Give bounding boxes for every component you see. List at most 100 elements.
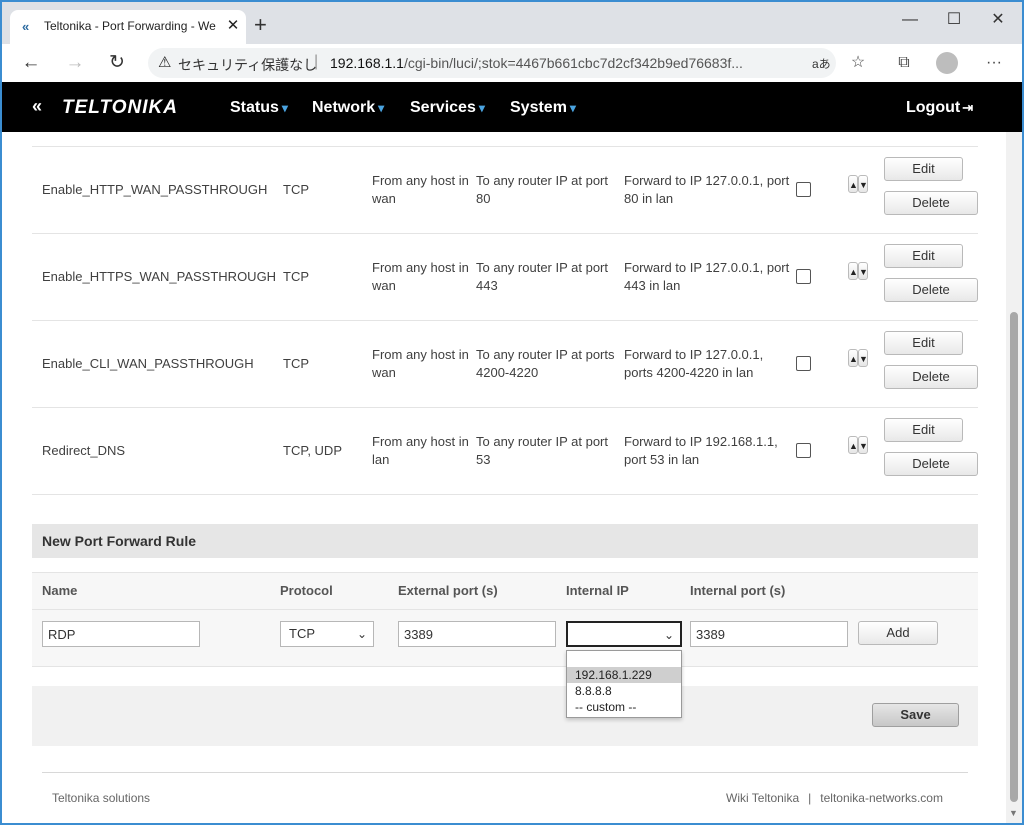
dropdown-option[interactable]: 8.8.8.8: [567, 683, 681, 699]
move-down-icon[interactable]: ▼: [858, 349, 868, 367]
rule-enable-checkbox[interactable]: [796, 356, 811, 371]
caret-down-icon: ▾: [281, 101, 288, 115]
menu-system-label: System: [510, 99, 567, 116]
new-rule-form: Name Protocol External port (s) Internal…: [32, 572, 978, 667]
logout-label: Logout: [906, 99, 961, 116]
name-header: Name: [42, 583, 78, 598]
minimize-button[interactable]: —: [888, 8, 932, 32]
collections-icon[interactable]: ⧉: [892, 52, 916, 74]
caret-down-icon: ▾: [478, 101, 485, 115]
window-close-button[interactable]: ✕: [976, 8, 1020, 32]
delete-button[interactable]: Delete: [884, 191, 978, 215]
page-scrollbar[interactable]: ▼: [1006, 132, 1022, 823]
internal-ip-dropdown: 192.168.1.229 8.8.8.8 -- custom --: [566, 650, 682, 718]
reorder-arrows: ▲▼: [848, 436, 870, 456]
tab-close-icon[interactable]: ✕: [224, 16, 242, 36]
dropdown-option[interactable]: 192.168.1.229: [567, 667, 681, 683]
logout-link[interactable]: Logout ⇥: [906, 99, 973, 117]
protocol-value: TCP: [289, 626, 315, 641]
reorder-arrows: ▲▼: [848, 349, 870, 369]
menu-status[interactable]: Status ▾: [230, 99, 288, 117]
save-button[interactable]: Save: [872, 703, 959, 727]
profile-avatar[interactable]: [936, 52, 958, 74]
rule-source: From any host in wan: [372, 260, 469, 293]
favorites-icon[interactable]: ☆: [846, 52, 870, 74]
rule-enable-checkbox[interactable]: [796, 443, 811, 458]
page-content: Enable_HTTP_WAN_PASSTHROUGH TCP From any…: [2, 132, 1006, 823]
rule-enable-checkbox[interactable]: [796, 182, 811, 197]
tab-title: Teltonika - Port Forwarding - We: [44, 19, 216, 33]
add-button[interactable]: Add: [858, 621, 938, 645]
move-up-icon[interactable]: ▲: [848, 349, 858, 367]
site-link[interactable]: teltonika-networks.com: [820, 791, 943, 805]
teltonika-logo[interactable]: TELTONIKA: [62, 97, 178, 119]
new-tab-button[interactable]: +: [254, 14, 267, 36]
internal-port-input[interactable]: [690, 621, 848, 647]
browser-tab[interactable]: « Teltonika - Port Forwarding - We ✕: [10, 10, 246, 44]
delete-button[interactable]: Delete: [884, 278, 978, 302]
teltonika-logo-icon: «: [32, 96, 42, 116]
menu-system[interactable]: System ▾: [510, 99, 576, 117]
address-bar[interactable]: ⚠ セキュリティ保護なし | 192.168.1.1/cgi-bin/luci/…: [148, 48, 836, 78]
external-port-input[interactable]: [398, 621, 556, 647]
read-aloud-icon[interactable]: aあ: [812, 55, 831, 72]
name-input[interactable]: [42, 621, 200, 647]
menu-network[interactable]: Network ▾: [312, 99, 384, 117]
rule-protocol: TCP: [283, 356, 309, 371]
move-up-icon[interactable]: ▲: [848, 262, 858, 280]
table-row: Redirect_DNS TCP, UDP From any host in l…: [32, 408, 978, 495]
move-up-icon[interactable]: ▲: [848, 436, 858, 454]
table-row: Enable_HTTP_WAN_PASSTHROUGH TCP From any…: [32, 147, 978, 234]
rule-protocol: TCP: [283, 269, 309, 284]
address-separator: |: [314, 53, 319, 70]
move-down-icon[interactable]: ▼: [858, 436, 868, 454]
footer-links: Wiki Teltonika | teltonika-networks.com: [726, 791, 943, 805]
logout-icon: ⇥: [962, 100, 974, 115]
rule-forward: Forward to IP 127.0.0.1, ports 4200-4220…: [624, 347, 764, 380]
scroll-down-icon[interactable]: ▼: [1009, 808, 1018, 818]
table-row: Enable_CLI_WAN_PASSTHROUGH TCP From any …: [32, 321, 978, 408]
warning-icon[interactable]: ⚠: [158, 54, 171, 72]
edit-button[interactable]: Edit: [884, 418, 963, 442]
internal-ip-select[interactable]: ⌄: [566, 621, 682, 647]
more-options-icon[interactable]: ···: [982, 52, 1006, 74]
caret-down-icon: ▾: [378, 101, 385, 115]
move-down-icon[interactable]: ▼: [858, 262, 868, 280]
header-divider: [32, 609, 978, 610]
protocol-select[interactable]: TCP ⌄: [280, 621, 374, 647]
rule-destination: To any router IP at port 443: [476, 260, 608, 293]
security-status[interactable]: セキュリティ保護なし: [178, 55, 317, 75]
wiki-link[interactable]: Wiki Teltonika: [726, 791, 799, 805]
maximize-button[interactable]: ☐: [932, 8, 976, 32]
footer-divider: [42, 772, 968, 773]
forward-button[interactable]: →: [62, 51, 88, 75]
url-text[interactable]: 192.168.1.1/cgi-bin/luci/;stok=4467b661c…: [330, 55, 810, 71]
router-header: « TELTONIKA Status ▾ Network ▾ Services ▾ S…: [2, 82, 1022, 132]
menu-services-label: Services: [410, 99, 476, 116]
rule-destination: To any router IP at port 53: [476, 434, 608, 467]
edit-button[interactable]: Edit: [884, 244, 963, 268]
reload-button[interactable]: ↻: [104, 51, 130, 75]
rule-protocol: TCP: [283, 182, 309, 197]
move-up-icon[interactable]: ▲: [848, 175, 858, 193]
footer-separator: |: [808, 791, 812, 805]
edit-button[interactable]: Edit: [884, 157, 963, 181]
dropdown-option-custom[interactable]: -- custom --: [567, 699, 681, 715]
internal-port-header: Internal port (s): [690, 583, 786, 598]
scroll-thumb[interactable]: [1010, 312, 1018, 802]
dropdown-option-empty[interactable]: [567, 651, 681, 667]
back-button[interactable]: ←: [18, 51, 44, 75]
port-forward-rules-table: Enable_HTTP_WAN_PASSTHROUGH TCP From any…: [32, 146, 978, 495]
edit-button[interactable]: Edit: [884, 331, 963, 355]
internal-ip-header: Internal IP: [566, 583, 629, 598]
table-row: Enable_HTTPS_WAN_PASSTHROUGH TCP From an…: [32, 234, 978, 321]
menu-services[interactable]: Services ▾: [410, 99, 485, 117]
rule-enable-checkbox[interactable]: [796, 269, 811, 284]
tab-bar: « Teltonika - Port Forwarding - We ✕ + —…: [2, 2, 1022, 44]
move-down-icon[interactable]: ▼: [858, 175, 868, 193]
chevron-down-icon: ⌄: [356, 627, 367, 641]
url-path: /cgi-bin/luci/;stok=4467b661cbc7d2cf342b…: [403, 55, 743, 71]
delete-button[interactable]: Delete: [884, 452, 978, 476]
delete-button[interactable]: Delete: [884, 365, 978, 389]
chevron-down-icon: ⌄: [663, 628, 674, 642]
